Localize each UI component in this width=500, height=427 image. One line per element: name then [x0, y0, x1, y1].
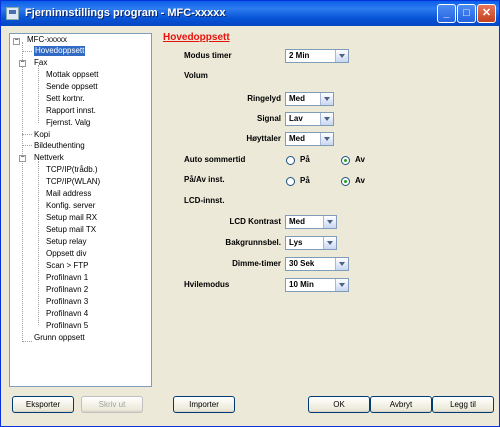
tree-connector — [22, 341, 32, 342]
tree-item-profilnavn-5[interactable]: Profilnavn 5 — [46, 321, 88, 331]
chevron-down-icon[interactable] — [335, 279, 348, 291]
lcd-innst-heading: LCD-innst. — [184, 196, 225, 205]
tree-item-grunn-oppsett[interactable]: Grunn oppsett — [34, 333, 85, 343]
signal-value: Lav — [289, 114, 303, 123]
chevron-down-icon[interactable] — [320, 133, 333, 145]
tree-item-profilnavn-3[interactable]: Profilnavn 3 — [46, 297, 88, 307]
ok-button[interactable]: OK — [308, 396, 370, 413]
auto-sommertid-av-radio[interactable] — [341, 156, 350, 165]
bakgrunnsbel-value: Lys — [289, 238, 303, 247]
importer-button[interactable]: Importer — [173, 396, 235, 413]
tree-item-scan-ftp[interactable]: Scan > FTP — [46, 261, 88, 271]
auto-sommertid-pa-radio[interactable] — [286, 156, 295, 165]
paav-inst-pa-label: På — [300, 176, 310, 185]
hoyttaler-select[interactable]: Med — [285, 132, 334, 146]
dimme-timer-value: 30 Sek — [289, 259, 315, 268]
tree-item-mail-address[interactable]: Mail address — [46, 189, 91, 199]
title-bar[interactable]: Fjerninnstillings program - MFC-xxxxx _ … — [1, 1, 499, 26]
chevron-down-icon[interactable] — [320, 113, 333, 125]
tree-item-fax[interactable]: Fax — [34, 58, 47, 68]
legg-til-button[interactable]: Legg til — [432, 396, 494, 413]
avbryt-button[interactable]: Avbryt — [370, 396, 432, 413]
auto-sommertid-pa-label: På — [300, 155, 310, 164]
tree-connector — [22, 42, 23, 342]
chevron-down-icon[interactable] — [335, 50, 348, 62]
tree-connector — [38, 161, 39, 325]
tree-item-bildeuthenting[interactable]: Bildeuthenting — [34, 141, 85, 151]
hvilemodus-select[interactable]: 10 Min — [285, 278, 349, 292]
tree-item-konfig-server[interactable]: Konfig. server — [46, 201, 95, 211]
close-button[interactable]: ✕ — [477, 4, 496, 23]
paav-inst-av-radio[interactable] — [341, 177, 350, 186]
signal-label: Signal — [256, 114, 281, 123]
tree-item-setup-mail-tx[interactable]: Setup mail TX — [46, 225, 96, 235]
dimme-timer-label: Dimme-timer — [232, 259, 281, 268]
modus-timer-select[interactable]: 2 Min — [285, 49, 349, 63]
tree-item-profilnavn-4[interactable]: Profilnavn 4 — [46, 309, 88, 319]
modus-timer-label: Modus timer — [184, 51, 232, 60]
tree-connector — [38, 65, 39, 123]
auto-sommertid-label: Auto sommertid — [184, 155, 246, 164]
chevron-down-icon[interactable] — [323, 237, 336, 249]
minimize-button[interactable]: _ — [437, 4, 456, 23]
tree-item-setup-mail-rx[interactable]: Setup mail RX — [46, 213, 97, 223]
chevron-down-icon[interactable] — [323, 216, 336, 228]
tree-item-tcpip-wlan[interactable]: TCP/IP(WLAN) — [46, 177, 100, 187]
app-window: Fjerninnstillings program - MFC-xxxxx _ … — [0, 0, 500, 427]
tree-item-fjernst-valg[interactable]: Fjernst. Valg — [46, 118, 90, 128]
tree-item-tcpip-tradb[interactable]: TCP/IP(trådb.) — [46, 165, 98, 175]
dimme-timer-select[interactable]: 30 Sek — [285, 257, 349, 271]
tree-item-rapport-innst[interactable]: Rapport innst. — [46, 106, 96, 116]
settings-tree[interactable]: − MFC-xxxxx Hovedoppsett − Fax Mottak op… — [9, 33, 152, 387]
lcd-kontrast-value: Med — [289, 217, 305, 226]
tree-item-kopi[interactable]: Kopi — [34, 130, 50, 140]
tree-item-profilnavn-1[interactable]: Profilnavn 1 — [46, 273, 88, 283]
skriv-ut-button[interactable]: Skriv ut — [81, 396, 143, 413]
tree-item-mfc[interactable]: MFC-xxxxx — [27, 35, 67, 45]
collapse-icon[interactable]: − — [19, 59, 26, 67]
tree-item-hovedoppsett[interactable]: Hovedoppsett — [34, 46, 86, 56]
ringelyd-value: Med — [289, 94, 305, 103]
auto-sommertid-av-label: Av — [355, 155, 365, 164]
tree-item-profilnavn-2[interactable]: Profilnavn 2 — [46, 285, 88, 295]
lcd-kontrast-select[interactable]: Med — [285, 215, 337, 229]
tree-item-nettverk[interactable]: Nettverk — [34, 153, 64, 163]
paav-inst-av-label: Av — [355, 176, 365, 185]
tree-item-mottak-oppsett[interactable]: Mottak oppsett — [46, 70, 98, 80]
paav-inst-pa-radio[interactable] — [286, 177, 295, 186]
modus-timer-value: 2 Min — [289, 51, 310, 60]
chevron-down-icon[interactable] — [335, 258, 348, 270]
collapse-icon[interactable]: − — [19, 154, 26, 162]
signal-select[interactable]: Lav — [285, 112, 334, 126]
bakgrunnsbel-label: Bakgrunnsbel. — [225, 238, 281, 247]
hoyttaler-label: Høyttaler — [246, 134, 281, 143]
volum-heading: Volum — [184, 71, 208, 80]
tree-item-sett-kortnr[interactable]: Sett kortnr. — [46, 94, 85, 104]
window-title: Fjerninnstillings program - MFC-xxxxx — [25, 7, 226, 19]
paav-inst-label: På/Av inst. — [184, 175, 225, 184]
hoyttaler-value: Med — [289, 134, 305, 143]
ringelyd-label: Ringelyd — [247, 94, 281, 103]
tree-connector — [22, 51, 32, 52]
tree-connector — [22, 134, 32, 135]
tree-item-oppsett-div[interactable]: Oppsett div — [46, 249, 86, 259]
tree-item-sende-oppsett[interactable]: Sende oppsett — [46, 82, 98, 92]
tree-connector — [22, 145, 32, 146]
app-icon — [6, 7, 19, 20]
lcd-kontrast-label: LCD Kontrast — [229, 217, 281, 226]
maximize-button[interactable]: □ — [457, 4, 476, 23]
eksporter-button[interactable]: Eksporter — [12, 396, 74, 413]
bakgrunnsbel-select[interactable]: Lys — [285, 236, 337, 250]
chevron-down-icon[interactable] — [320, 93, 333, 105]
collapse-icon[interactable]: − — [13, 37, 20, 45]
tree-item-setup-relay[interactable]: Setup relay — [46, 237, 86, 247]
section-title: Hovedoppsett — [163, 32, 230, 43]
hvilemodus-value: 10 Min — [289, 280, 314, 289]
hvilemodus-label: Hvilemodus — [184, 280, 230, 289]
ringelyd-select[interactable]: Med — [285, 92, 334, 106]
